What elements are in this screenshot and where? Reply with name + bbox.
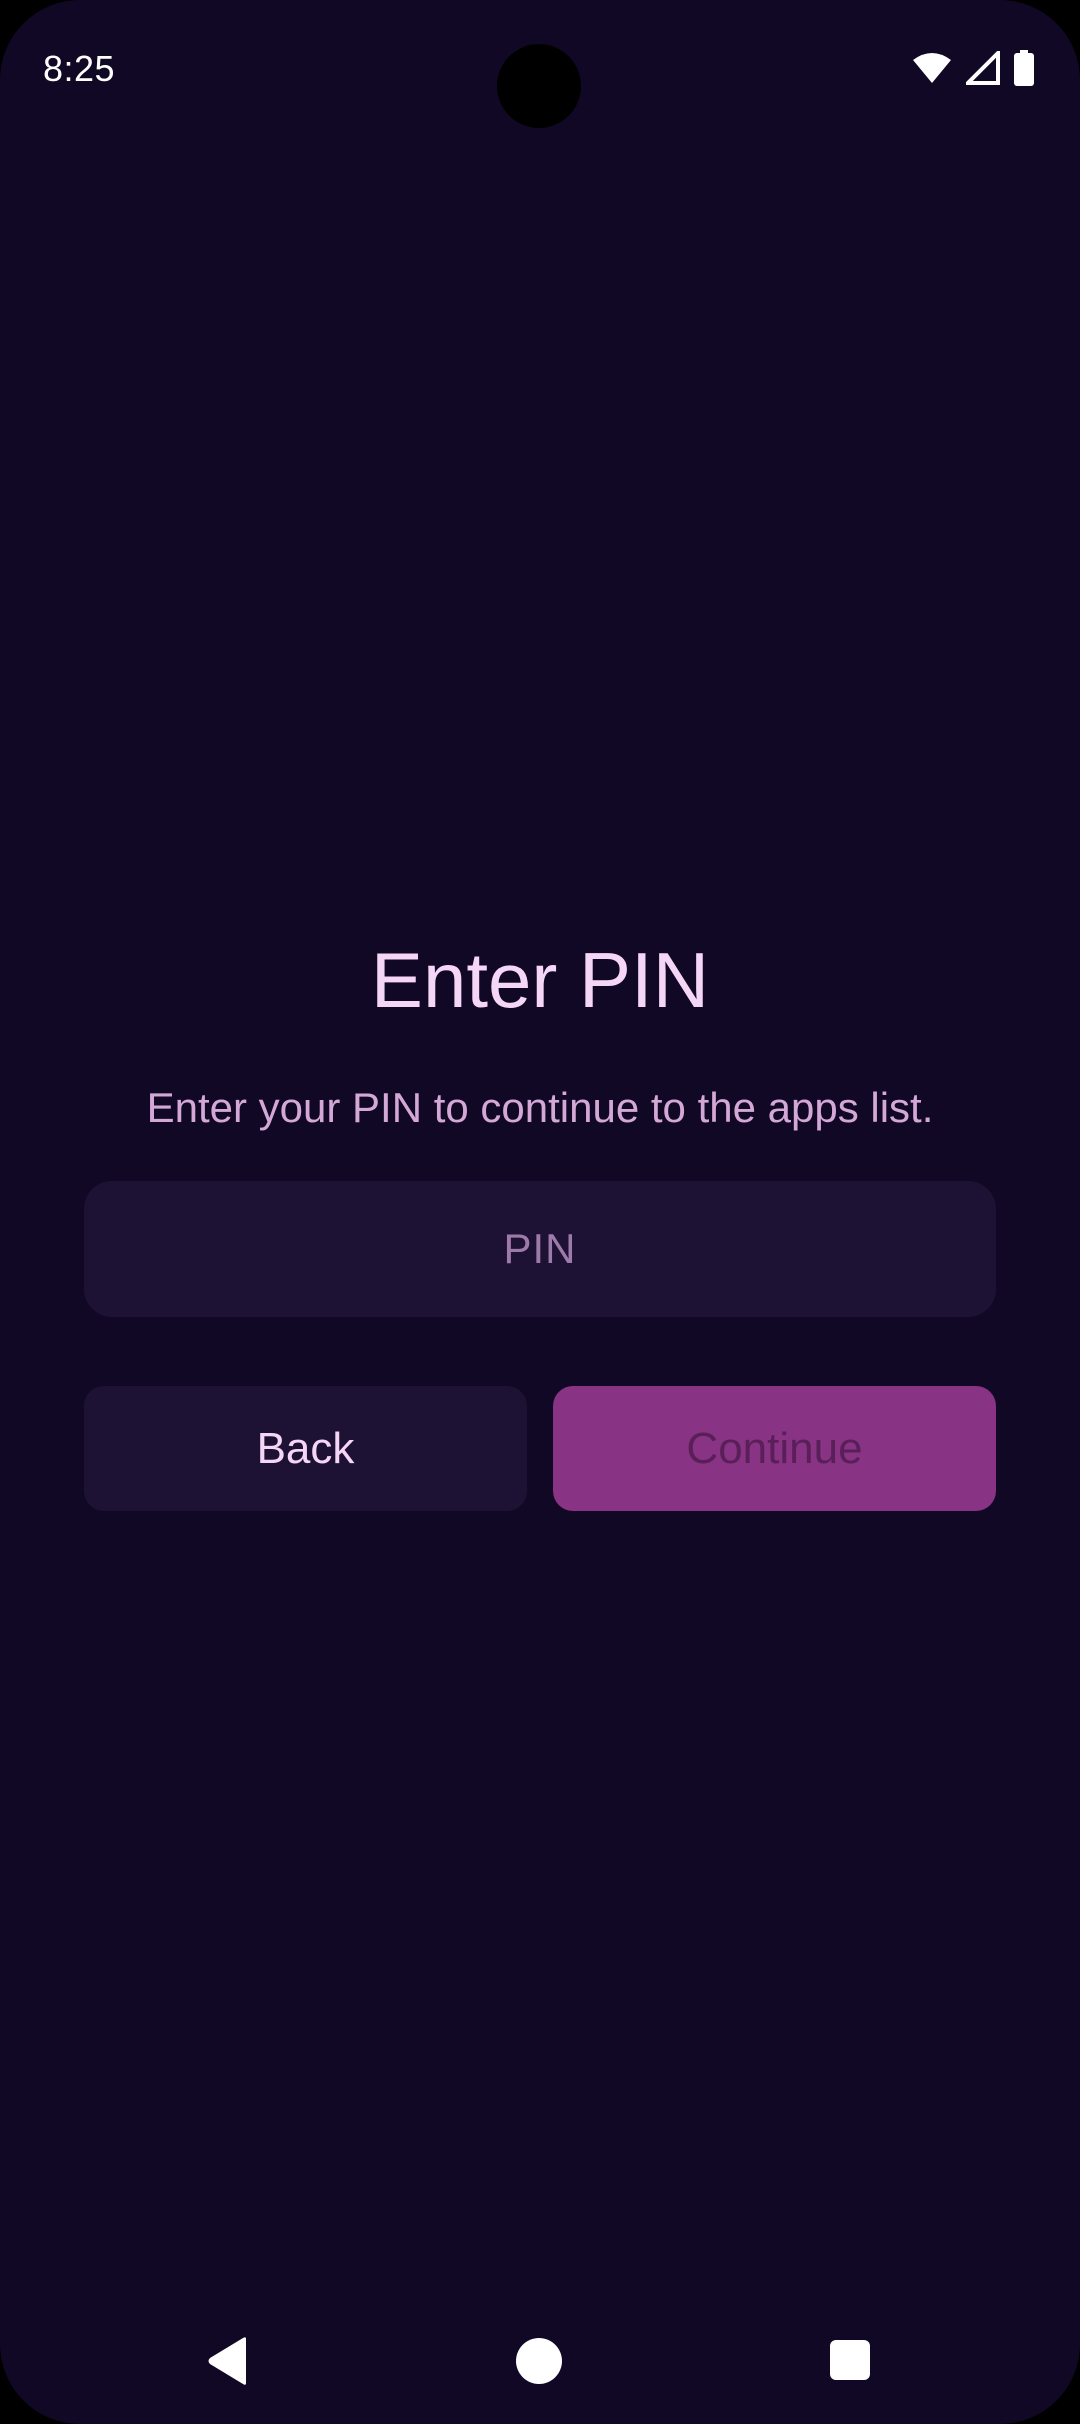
- back-button-label: Back: [256, 1423, 355, 1473]
- navigation-bar: [0, 2320, 1080, 2400]
- continue-button[interactable]: Continue: [553, 1386, 996, 1511]
- pin-screen: 8:25 Enter PIN Enter your PIN to continu…: [0, 0, 1080, 2424]
- pin-field[interactable]: [84, 1180, 996, 1318]
- pin-input[interactable]: [84, 1180, 996, 1318]
- continue-button-label: Continue: [686, 1423, 863, 1473]
- status-time: 8:25: [43, 48, 116, 89]
- nav-home-icon[interactable]: [516, 2338, 562, 2384]
- page-title: Enter PIN: [370, 936, 710, 1024]
- wifi-icon: [912, 52, 952, 89]
- status-icons: [912, 47, 1034, 91]
- signal-icon: [963, 47, 1000, 90]
- nav-back-icon[interactable]: [206, 2336, 250, 2391]
- nav-recents-icon[interactable]: [830, 2340, 870, 2380]
- camera-cutout: [497, 44, 581, 128]
- back-button[interactable]: Back: [84, 1386, 527, 1511]
- battery-icon: [1014, 49, 1034, 91]
- page-subtitle: Enter your PIN to continue to the apps l…: [146, 1084, 934, 1131]
